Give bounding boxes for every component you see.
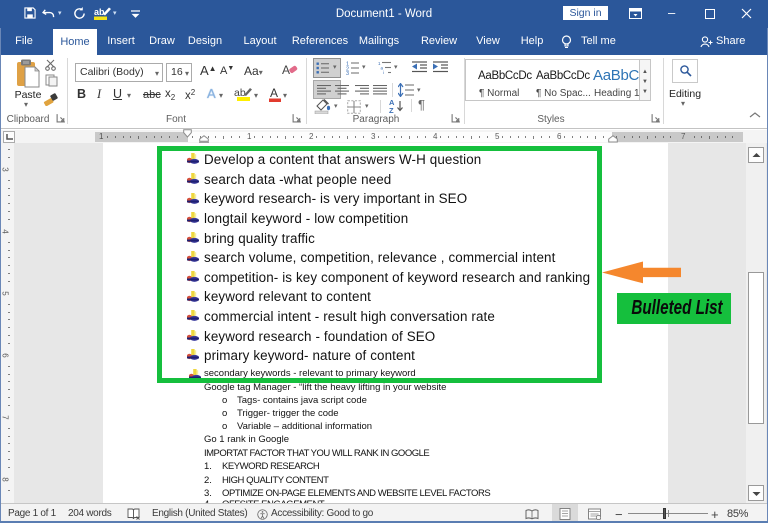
svg-text:ab: ab [94,7,105,17]
svg-text:A: A [270,86,278,100]
svg-text:Z: Z [389,106,394,113]
svg-text:A: A [282,63,290,77]
svg-text:i: i [383,70,384,74]
svg-text:3: 3 [346,71,349,75]
